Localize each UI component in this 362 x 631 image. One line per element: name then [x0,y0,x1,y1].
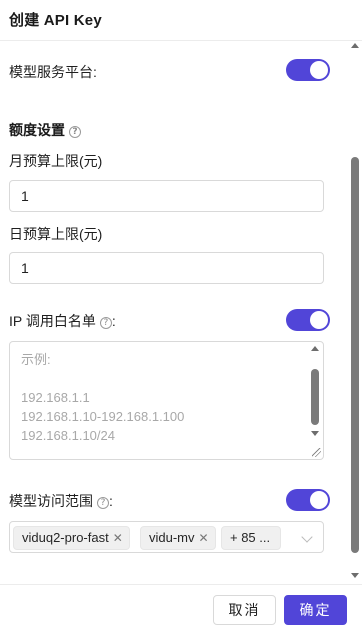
model-tag-label: viduq2-pro-fast [22,530,109,545]
scroll-thumb[interactable] [311,369,319,425]
ip-whitelist-label-text: IP 调用白名单 [9,313,96,329]
scroll-thumb[interactable] [351,157,359,553]
cancel-button[interactable]: 取消 [213,595,276,625]
dialog-scrollbar[interactable] [349,41,361,584]
question-circle-icon[interactable]: ? [69,126,81,138]
model-scope-toggle[interactable] [286,489,330,511]
question-circle-icon[interactable]: ? [99,317,112,329]
model-tag-label: vidu-mv [149,530,195,545]
dialog-body: 模型服务平台: 额度设置? 月预算上限(元) 1 日预算上限(元) 1 IP 调… [0,41,362,584]
ip-whitelist-placeholder: 示例: 192.168.1.1 192.168.1.10-192.168.1.1… [21,352,185,443]
confirm-button[interactable]: 确定 [284,595,347,625]
toggle-knob [310,61,328,79]
scroll-down-arrow-icon[interactable] [351,573,359,578]
model-scope-colon: : [109,493,113,509]
resize-handle-icon[interactable] [312,448,321,457]
ip-whitelist-toggle[interactable] [286,309,330,331]
toggle-knob [310,491,328,509]
ip-whitelist-label: IP 调用白名单?: [9,311,116,331]
monthly-budget-input[interactable]: 1 [9,180,324,212]
ip-whitelist-textarea[interactable]: 示例: 192.168.1.1 192.168.1.10-192.168.1.1… [9,341,324,460]
quota-section-title: 额度设置? [9,120,81,140]
dialog-header: 创建 API Key [0,0,362,40]
scroll-down-arrow-icon[interactable] [311,431,319,436]
model-tag: vidu-mv ✕ [140,526,216,550]
model-scope-select[interactable]: viduq2-pro-fast ✕ vidu-mv ✕ + 85 ... [9,521,324,553]
close-icon[interactable]: ✕ [113,531,123,545]
daily-budget-label: 日预算上限(元) [9,226,103,242]
quota-title-text: 额度设置 [9,122,65,138]
model-tag: viduq2-pro-fast ✕ [13,526,130,550]
dialog-footer: 取消 确定 [0,585,362,631]
scroll-up-arrow-icon[interactable] [311,346,319,351]
dialog-title: 创建 API Key [9,12,102,29]
toggle-knob [310,311,328,329]
platform-toggle[interactable] [286,59,330,81]
chevron-down-icon[interactable] [301,531,313,543]
model-scope-label-text: 模型访问范围 [9,493,93,509]
close-icon[interactable]: ✕ [199,531,209,545]
ip-whitelist-colon: : [111,313,116,329]
platform-label: 模型服务平台: [9,64,97,80]
more-models-tag[interactable]: + 85 ... [221,526,282,550]
monthly-budget-label: 月预算上限(元) [9,153,103,169]
textarea-scrollbar[interactable] [309,343,322,458]
model-scope-label: 模型访问范围?: [9,491,113,511]
daily-budget-input[interactable]: 1 [9,252,324,284]
scroll-up-arrow-icon[interactable] [351,43,359,48]
question-circle-icon[interactable]: ? [97,497,109,509]
